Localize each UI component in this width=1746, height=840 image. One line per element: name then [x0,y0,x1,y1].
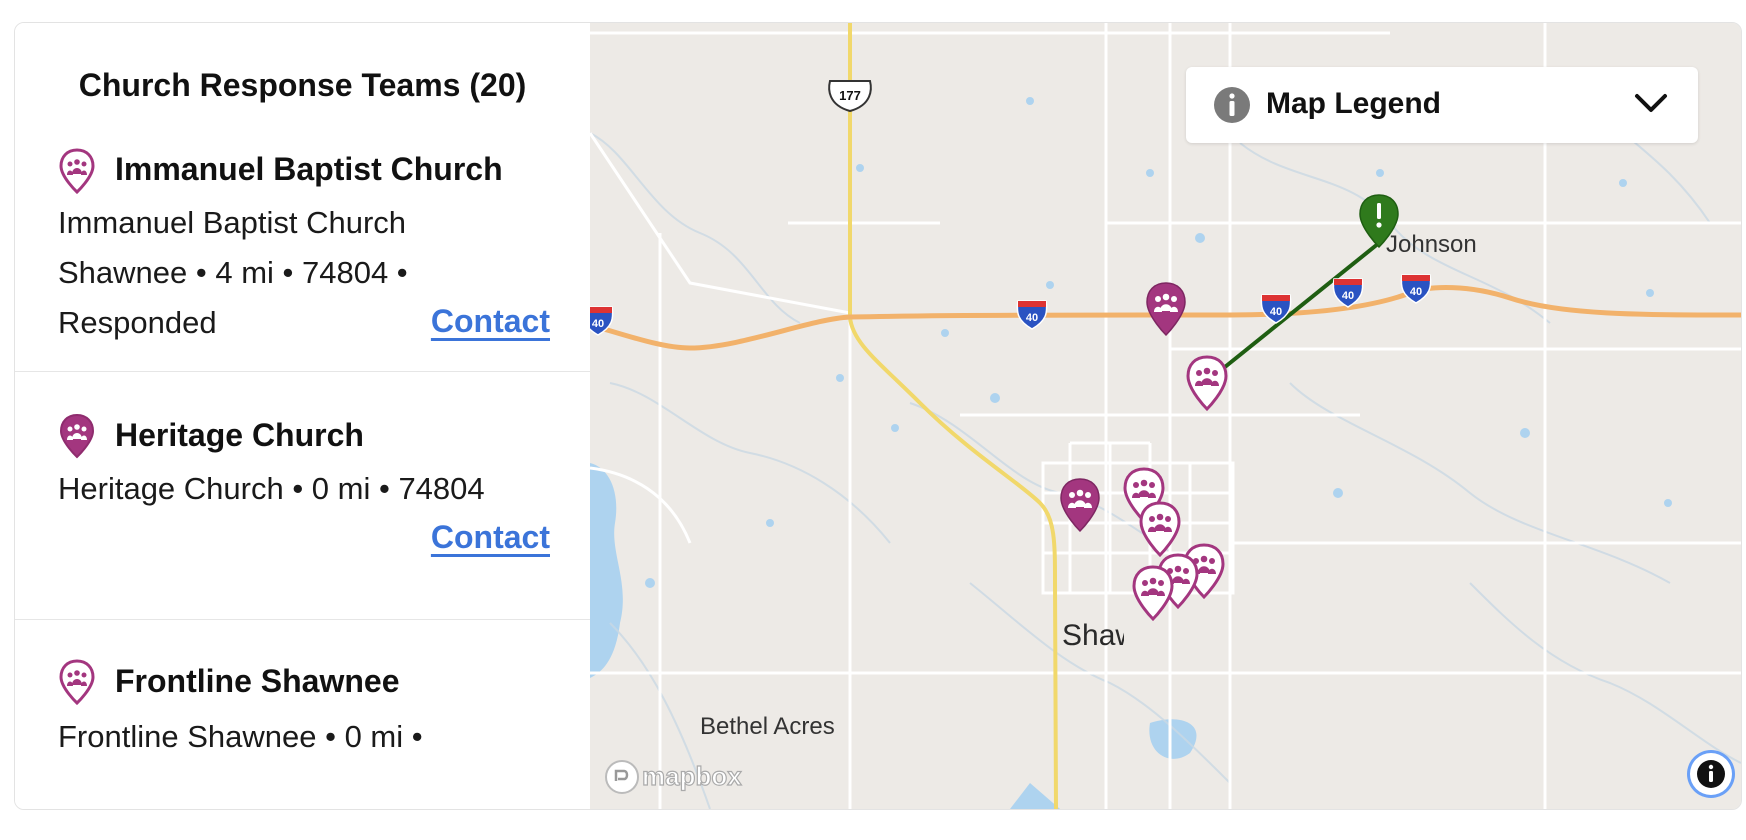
svg-text:40: 40 [1270,306,1282,318]
church-detail-line: Frontline Shawnee • 0 mi • [58,719,423,754]
church-list-panel[interactable]: Church Response Teams (20) Immanuel Bapt… [15,23,590,809]
church-pin-icon [59,413,95,459]
place-label-shawnee: Shawnee [1062,619,1124,652]
church-marker-filled[interactable] [1058,477,1102,533]
mapbox-logo[interactable]: mapbox [602,757,752,797]
svg-text:40: 40 [1410,286,1422,298]
contact-link[interactable]: Contact [431,303,550,340]
church-pin-icon [59,659,95,705]
church-detail-line: Immanuel Baptist Church [58,205,407,240]
attribution-button[interactable] [1690,753,1732,795]
place-label-bethel-acres: Bethel Acres [700,713,835,740]
church-pin-icon [59,148,95,194]
card-container: Church Response Teams (20) Immanuel Bapt… [14,22,1742,810]
church-marker-outline[interactable] [1138,501,1182,557]
list-item-heritage-church[interactable]: Heritage Church Heritage Church • 0 mi •… [15,371,590,620]
svg-text:mapbox: mapbox [642,761,742,791]
alert-marker[interactable] [1357,193,1401,249]
church-marker-outline[interactable] [1131,565,1175,621]
svg-text:40: 40 [1342,290,1354,302]
list-title: Church Response Teams (20) [78,67,527,103]
church-marker-filled[interactable] [1144,281,1188,337]
church-name: Heritage Church [115,417,364,453]
info-icon [1214,87,1250,123]
svg-text:40: 40 [592,318,604,330]
church-detail-line: Shawnee • 4 mi • 74804 • [58,255,408,290]
map-legend-toggle[interactable]: Map Legend [1186,67,1698,143]
church-name: Frontline Shawnee [115,663,400,699]
church-marker-outline[interactable] [1185,355,1229,411]
list-item-immanuel-baptist[interactable]: Immanuel Baptist Church Immanuel Baptist… [15,131,590,372]
svg-text:177: 177 [839,88,861,103]
church-detail-line: Heritage Church • 0 mi • 74804 [58,471,485,506]
info-icon [1697,760,1725,788]
contact-link[interactable]: Contact [431,519,550,556]
church-status-line: Responded [58,305,217,340]
svg-text:40: 40 [1026,312,1038,324]
chevron-down-icon [1635,94,1667,112]
legend-label: Map Legend [1266,87,1442,120]
map-canvas[interactable]: 177 40 40 40 40 40 Johnson Sha Bethel Ac… [590,23,1741,809]
church-name: Immanuel Baptist Church [115,151,503,187]
list-item-frontline-shawnee[interactable]: Frontline Shawnee Frontline Shawnee • 0 … [15,619,590,809]
